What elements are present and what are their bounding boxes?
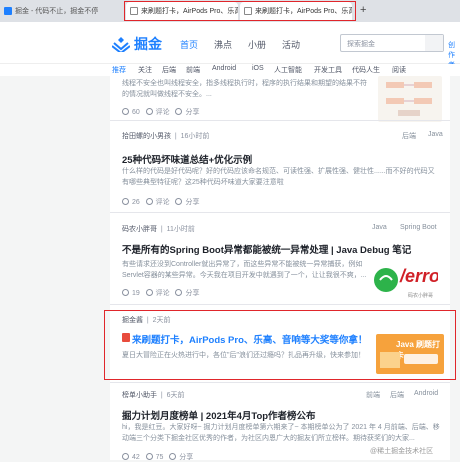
article-stats: 26 评论 分享	[122, 197, 199, 207]
article-title[interactable]: 掘力计划月度榜单 | 2021年4月Top作者榜公布	[122, 408, 316, 422]
article-meta: 榜单小助手 | 6天前	[122, 392, 185, 399]
tab-title: 掘金 - 代码不止，掘金不停	[15, 8, 99, 15]
category-devtools[interactable]: 开发工具	[314, 65, 342, 75]
category-code-life[interactable]: 代码人生	[352, 65, 380, 75]
article-desc: 有些请求还没到Controller就出异常了，而这些异常不能被统一异常捕获，例如…	[122, 261, 367, 279]
category-ai[interactable]: 人工智能	[274, 65, 302, 75]
thumbnail-subtext: 码农小胖哥	[408, 293, 434, 299]
tag-backend[interactable]: 后端	[402, 131, 416, 141]
category-recommend[interactable]: 推荐	[112, 65, 126, 75]
post-time: 16小时前	[180, 133, 210, 140]
highlight-box-tabs	[124, 1, 356, 21]
browser-tab-bar: 掘金 - 代码不止，掘金不停 来刷题打卡，AirPods Pro、乐高、音响等大…	[0, 0, 460, 22]
like-icon[interactable]	[145, 453, 153, 460]
article-stats: 42 75 分享	[122, 452, 193, 462]
share-icon[interactable]	[169, 453, 177, 460]
diagram-thumbnail-icon	[386, 82, 432, 116]
divider	[110, 212, 450, 213]
article-meta: 码农小胖哥 | 11小时前	[122, 226, 195, 233]
view-icon	[122, 289, 129, 296]
author-name[interactable]: 榜单小助手	[122, 392, 157, 399]
article-desc: 线程不安全也叫线程安全，指多线程执行时，程序的执行结果和期望的结果不符的情况就叫…	[122, 80, 367, 98]
article-stats: 60 评论 分享	[122, 107, 199, 117]
tag-spring-boot[interactable]: Spring Boot	[400, 224, 437, 231]
category-backend[interactable]: 后端	[162, 65, 176, 75]
category-reading[interactable]: 阅读	[392, 65, 406, 75]
nav-events[interactable]: 活动	[282, 38, 300, 51]
article-thumbnail[interactable]: /erro 码农小胖哥	[372, 260, 438, 302]
article-stats: 19 评论 分享	[122, 288, 199, 298]
tag-android[interactable]: Android	[414, 390, 438, 397]
nav-books[interactable]: 小册	[248, 38, 266, 51]
new-tab-button[interactable]: +	[360, 4, 366, 16]
divider	[110, 120, 450, 121]
share-icon[interactable]	[175, 289, 183, 296]
juejin-logo[interactable]: 掘金	[112, 34, 162, 54]
category-ios[interactable]: iOS	[252, 65, 264, 72]
site-header: 掘金 首页 沸点 小册 活动 探索掘金 创作者	[0, 22, 460, 69]
tag-backend[interactable]: 后端	[390, 390, 404, 400]
post-time: 11小时前	[166, 226, 195, 233]
nav-pins[interactable]: 沸点	[214, 38, 232, 51]
share-icon[interactable]	[175, 108, 183, 115]
highlight-box-promo	[104, 310, 456, 380]
view-icon	[122, 198, 129, 205]
article-feed: 线程不安全也叫线程安全，指多线程执行时，程序的执行结果和期望的结果不符的情况就叫…	[104, 76, 456, 462]
search-icon[interactable]	[425, 35, 443, 51]
nav-home[interactable]: 首页	[180, 38, 198, 51]
article-thumbnail[interactable]	[378, 76, 442, 122]
juejin-logo-icon	[112, 37, 130, 52]
article-desc: 什么样的代码是好代码呢？好的代码应该命名规范、可读性强、扩展性强、健壮性....…	[122, 168, 435, 186]
post-time: 6天前	[166, 392, 185, 399]
like-icon[interactable]	[145, 198, 153, 205]
tab-juejin-home[interactable]: 掘金 - 代码不止，掘金不停	[0, 2, 118, 20]
thumbnail-text: /erro	[400, 266, 438, 286]
like-icon[interactable]	[145, 108, 153, 115]
view-icon	[122, 108, 129, 115]
share-icon[interactable]	[175, 198, 183, 205]
watermark: @稀土掘金技术社区	[370, 448, 434, 455]
logo-text: 掘金	[134, 36, 162, 52]
view-icon	[122, 453, 129, 460]
category-follow[interactable]: 关注	[138, 65, 152, 75]
search-input[interactable]: 探索掘金	[340, 34, 444, 52]
divider	[110, 304, 450, 305]
like-icon[interactable]	[145, 289, 153, 296]
article-title[interactable]: 不是所有的Spring Boot异常都能被统一异常处理 | Java Debug…	[122, 242, 411, 256]
article-meta: 拾田螺的小男孩 | 16小时前	[122, 133, 210, 140]
category-frontend[interactable]: 前端	[186, 65, 200, 75]
author-name[interactable]: 拾田螺的小男孩	[122, 133, 171, 140]
search-placeholder: 探索掘金	[347, 41, 375, 48]
author-name[interactable]: 码农小胖哥	[122, 226, 157, 233]
tag-frontend[interactable]: 前端	[366, 390, 380, 400]
divider	[110, 382, 450, 383]
tag-java[interactable]: Java	[372, 224, 387, 231]
category-bar: 推荐 关注 后端 前端 Android iOS 人工智能 开发工具 代码人生 阅…	[0, 64, 460, 76]
juejin-favicon-icon	[4, 7, 12, 15]
article-title[interactable]: 25种代码坏味道总结+优化示例	[122, 152, 252, 166]
tag-java[interactable]: Java	[428, 131, 443, 138]
article-desc: hi，我是红豆。大家好呀~ 掘力计划月度榜单第六期来了~ 本期榜单公为了 202…	[122, 424, 440, 442]
category-android[interactable]: Android	[212, 65, 236, 72]
